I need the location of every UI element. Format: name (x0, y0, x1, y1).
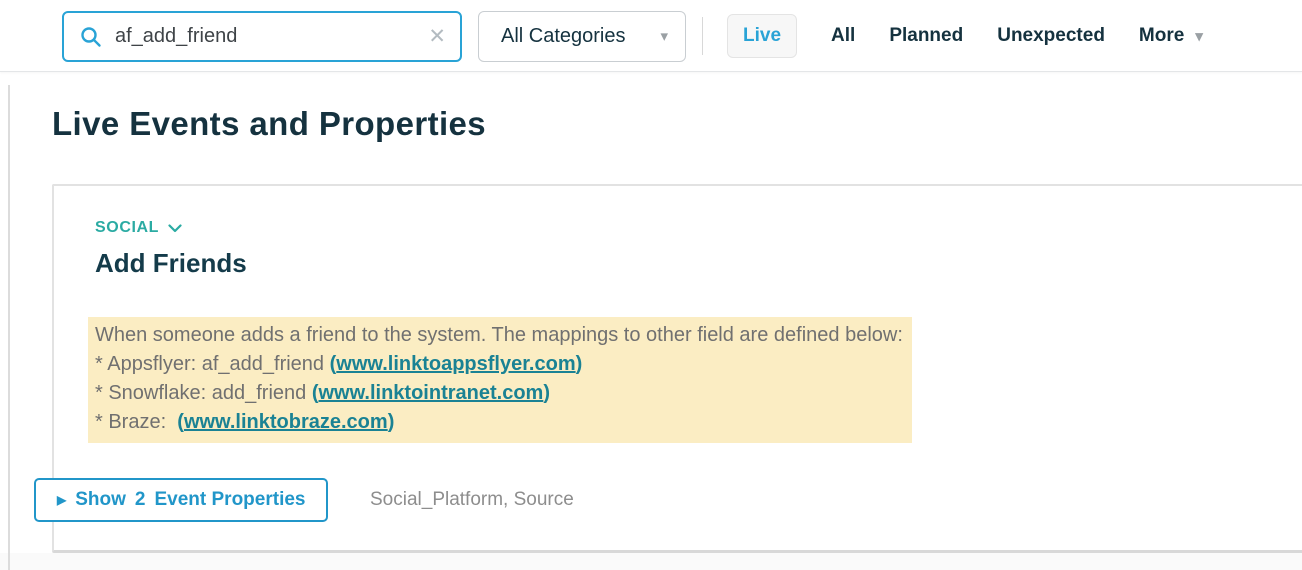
expand-triangle-icon: ▶ (57, 493, 67, 507)
tab-unexpected[interactable]: Unexpected (997, 25, 1105, 47)
search-input[interactable] (115, 25, 429, 48)
filter-tabs: Live All Planned Unexpected More ▾ (727, 14, 1203, 58)
tab-more[interactable]: More ▾ (1139, 25, 1203, 47)
description-text-segment: When someone adds a friend to the system… (95, 324, 903, 346)
event-description: When someone adds a friend to the system… (88, 317, 912, 443)
page-background (0, 553, 1302, 570)
show-props-count: 2 (134, 489, 146, 510)
search-icon (81, 26, 101, 47)
show-props-label-pre: Show (75, 489, 126, 510)
caret-down-icon: ▾ (1195, 27, 1203, 45)
content-left-border (8, 85, 10, 570)
divider (702, 17, 703, 55)
description-paren: ) (387, 411, 395, 433)
description-text-segment: * Snowflake: add_friend (95, 382, 312, 404)
tab-planned[interactable]: Planned (889, 25, 963, 47)
tab-live[interactable]: Live (727, 14, 798, 58)
show-event-properties-button[interactable]: ▶ Show 2 Event Properties (34, 478, 329, 522)
description-text-segment: * Braze: (95, 411, 178, 433)
description-paren: ( (177, 411, 184, 433)
event-properties-preview: Social_Platform, Source (370, 489, 574, 510)
tab-more-label: More (1138, 25, 1185, 46)
description-text-segment: * Appsflyer: af_add_friend (95, 353, 330, 375)
braze-link[interactable]: www.linktobraze.com (184, 411, 388, 433)
page-title: Live Events and Properties (52, 105, 487, 142)
show-props-label-post: Event Properties (154, 489, 306, 510)
clear-search-icon[interactable]: ✕ (428, 26, 446, 47)
appsflyer-link[interactable]: www.linktoappsflyer.com (336, 353, 575, 375)
categories-dropdown-label: All Categories (501, 25, 626, 47)
caret-down-icon: ▾ (660, 28, 668, 45)
search-box[interactable]: ✕ (62, 11, 462, 62)
chevron-down-icon (168, 223, 182, 232)
description-paren: ) (543, 382, 550, 404)
snowflake-link[interactable]: www.linktointranet.com (318, 382, 543, 404)
event-name: Add Friends (95, 248, 247, 278)
topbar: ✕ All Categories ▾ Live All Planned Unex… (0, 0, 1302, 72)
description-paren: ) (575, 353, 583, 375)
category-selector[interactable]: SOCIAL (95, 219, 182, 237)
tab-all[interactable]: All (831, 25, 855, 47)
category-label: SOCIAL (95, 219, 160, 236)
categories-dropdown[interactable]: All Categories ▾ (478, 11, 686, 62)
